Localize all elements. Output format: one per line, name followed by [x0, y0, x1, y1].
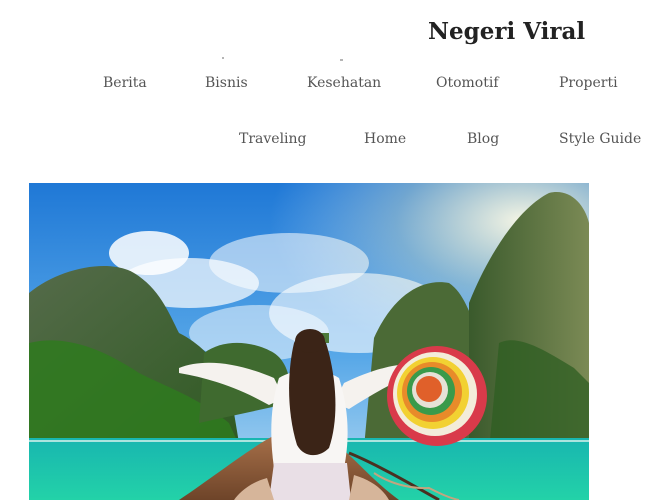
nav-item-berita[interactable]: Berita — [103, 75, 147, 91]
nav-item-blog[interactable]: Blog — [467, 131, 499, 147]
nav-item-otomotif[interactable]: Otomotif — [436, 75, 499, 91]
nav-item-kesehatan[interactable]: Kesehatan — [307, 75, 381, 91]
nav-item-bisnis[interactable]: Bisnis — [205, 75, 248, 91]
nav-item-traveling[interactable]: Traveling — [239, 131, 307, 147]
page: Negeri Viral Berita Bisnis Kesehatan Oto… — [0, 0, 660, 500]
clipped-tagline-mark — [222, 57, 224, 59]
featured-photo-icon — [29, 183, 589, 500]
nav-item-style-guide[interactable]: Style Guide — [559, 131, 641, 147]
site-title[interactable]: Negeri Viral — [428, 18, 585, 45]
featured-image[interactable] — [29, 183, 589, 500]
clipped-tagline-mark — [340, 59, 343, 61]
hat-icon — [387, 346, 487, 446]
nav-item-home[interactable]: Home — [364, 131, 406, 147]
nav-item-properti[interactable]: Properti — [559, 75, 618, 91]
